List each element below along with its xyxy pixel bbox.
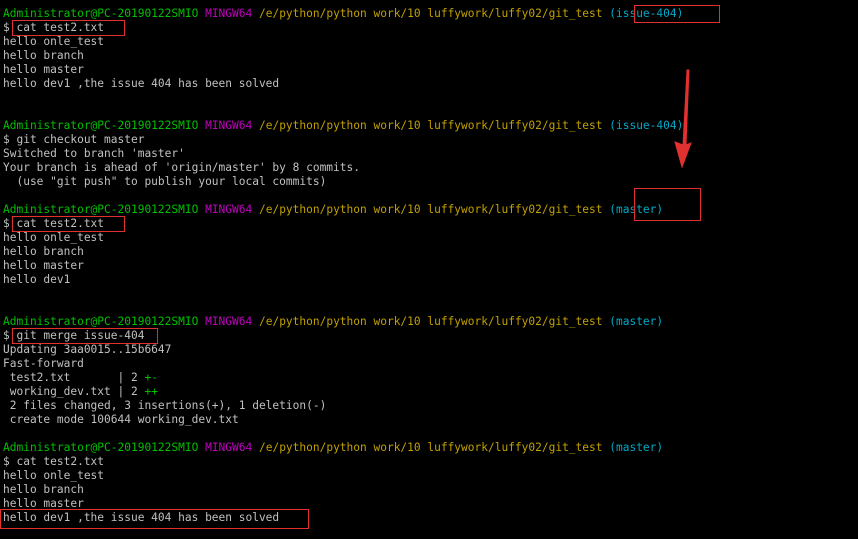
prompt-line: Administrator@PC-20190122SMIO MINGW64 /e…	[3, 441, 663, 455]
prompt-system: MINGW64	[205, 441, 253, 454]
prompt-system: MINGW64	[205, 119, 253, 132]
output-line: hello onle_test	[3, 35, 105, 48]
prompt-system: MINGW64	[205, 203, 253, 216]
prompt-system: MINGW64	[205, 7, 253, 20]
output-line: hello dev1	[3, 273, 71, 286]
output-line: Fast-forward	[3, 357, 84, 370]
prompt-line: Administrator@PC-20190122SMIO MINGW64 /e…	[3, 119, 683, 133]
output-line: hello master	[3, 259, 84, 272]
output-line: Your branch is ahead of 'origin/master' …	[3, 161, 360, 174]
prompt-path: /e/python/python work/10 luffywork/luffy…	[258, 315, 603, 328]
prompt-path: /e/python/python work/10 luffywork/luffy…	[258, 7, 603, 20]
terminal-window[interactable]: Administrator@PC-20190122SMIO MINGW64 /e…	[0, 0, 858, 539]
prompt-path: /e/python/python work/10 luffywork/luffy…	[258, 203, 603, 216]
prompt-user: Administrator@PC-20190122SMIO	[3, 119, 199, 132]
output-line: 2 files changed, 3 insertions(+), 1 dele…	[3, 399, 327, 412]
red-arrow-icon	[674, 69, 692, 169]
prompt-user: Administrator@PC-20190122SMIO	[3, 7, 199, 20]
diffstat-line: test2.txt | 2 +-	[3, 371, 158, 385]
prompt-path: /e/python/python work/10 luffywork/luffy…	[258, 119, 603, 132]
prompt-user: Administrator@PC-20190122SMIO	[3, 441, 199, 454]
output-line: Switched to branch 'master'	[3, 147, 185, 160]
diffstat-file: working_dev.txt | 2	[3, 385, 145, 398]
diffstat-graph: ++	[144, 385, 158, 398]
highlight-box-command	[12, 216, 125, 232]
output-line: hello onle_test	[3, 231, 105, 244]
output-line: hello onle_test	[3, 469, 105, 482]
prompt-user: Administrator@PC-20190122SMIO	[3, 203, 199, 216]
output-line: hello master	[3, 63, 84, 76]
output-line: create mode 100644 working_dev.txt	[3, 413, 239, 426]
prompt-line: Administrator@PC-20190122SMIO MINGW64 /e…	[3, 315, 663, 329]
output-line: (use "git push" to publish your local co…	[3, 175, 327, 188]
highlight-box-command	[12, 328, 158, 344]
highlight-box-master-branch	[634, 188, 701, 221]
prompt-system: MINGW64	[205, 315, 253, 328]
prompt-user: Administrator@PC-20190122SMIO	[3, 315, 199, 328]
output-line: hello branch	[3, 483, 84, 496]
prompt-line: Administrator@PC-20190122SMIO MINGW64 /e…	[3, 7, 683, 21]
prompt-branch: (master)	[609, 315, 664, 328]
output-line: hello branch	[3, 49, 84, 62]
command-line: $ cat test2.txt	[3, 455, 105, 468]
diffstat-line: working_dev.txt | 2 ++	[3, 385, 158, 399]
prompt-line: Administrator@PC-20190122SMIO MINGW64 /e…	[3, 203, 663, 217]
output-line: hello dev1 ,the issue 404 has been solve…	[3, 77, 280, 90]
output-line: Updating 3aa0015..15b6647	[3, 343, 172, 356]
diffstat-graph: +-	[144, 371, 158, 384]
output-line: hello branch	[3, 245, 84, 258]
highlight-box-output	[0, 509, 309, 529]
highlight-box-issue-branch	[634, 5, 720, 23]
diffstat-file: test2.txt | 2	[3, 371, 145, 384]
highlight-box-command	[12, 20, 125, 36]
command-line: $ git checkout master	[3, 133, 145, 146]
prompt-path: /e/python/python work/10 luffywork/luffy…	[258, 441, 603, 454]
prompt-branch: (master)	[609, 441, 664, 454]
